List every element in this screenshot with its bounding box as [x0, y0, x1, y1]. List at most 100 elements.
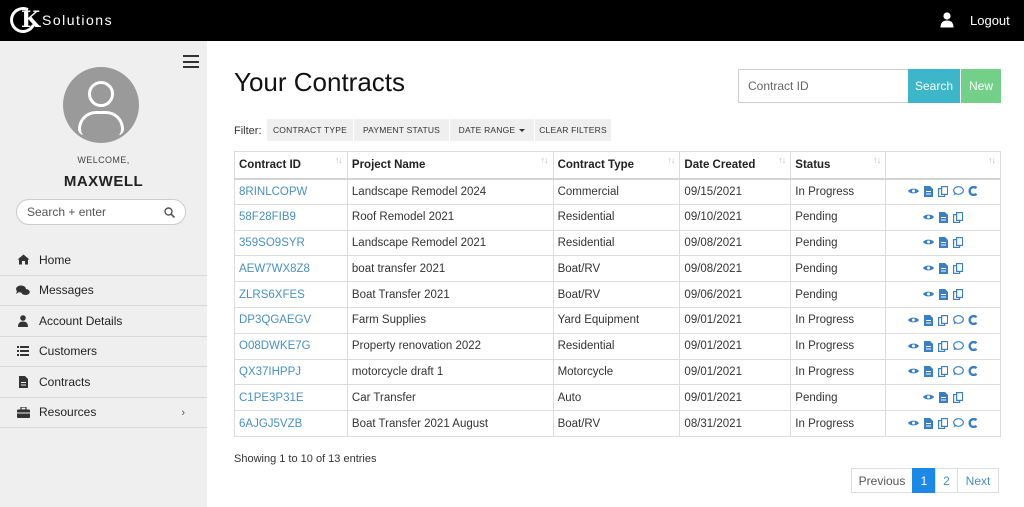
- ck-solutions-logo[interactable]: K Solutions: [6, 3, 113, 37]
- search-icon[interactable]: [164, 207, 175, 218]
- top-bar: K Solutions Logout: [0, 0, 1024, 41]
- sidebar-item-contracts[interactable]: Contracts: [0, 367, 207, 398]
- status-cell: In Progress: [790, 358, 887, 386]
- sidebar-item-home[interactable]: Home: [0, 245, 207, 276]
- document-icon[interactable]: [938, 263, 949, 275]
- contract-type-cell: Commercial: [552, 178, 681, 205]
- table-row: QX37IHPPJ motorcycle draft 1 Motorcycle 09/…: [234, 358, 1001, 386]
- contract-type-cell: Residential: [552, 332, 681, 360]
- eye-icon[interactable]: [922, 263, 934, 274]
- document-icon[interactable]: [938, 392, 949, 404]
- contract-id-input[interactable]: [739, 70, 909, 102]
- table-header-row: Contract ID ↑↓ Project Name ↑↓ Contract Ty…: [234, 151, 1001, 180]
- copy-icon[interactable]: [938, 418, 949, 430]
- sidebar-item-resources[interactable]: Resources ›: [0, 398, 207, 428]
- copy-icon[interactable]: [953, 289, 964, 301]
- contract-id-link[interactable]: 359SO9SYR: [234, 229, 348, 257]
- column-header-actions[interactable]: ↑↓: [885, 151, 1001, 180]
- row-actions: [885, 410, 1001, 437]
- comment-icon[interactable]: [952, 186, 964, 197]
- status-cell: Pending: [790, 255, 887, 283]
- sidebar-search-input[interactable]: [27, 204, 157, 220]
- eye-icon[interactable]: [907, 186, 919, 197]
- column-header-date-created[interactable]: Date Created ↑↓: [679, 151, 792, 180]
- sidebar-item-customers[interactable]: Customers: [0, 337, 207, 367]
- column-header-status[interactable]: Status ↑↓: [790, 151, 887, 180]
- home-icon: [16, 254, 30, 266]
- comment-icon[interactable]: [952, 418, 964, 429]
- contract-id-link[interactable]: AEW7WX8Z8: [234, 255, 348, 283]
- welcome-text: WELCOME,: [77, 155, 130, 165]
- contract-id-link[interactable]: 58F28FIB9: [234, 203, 348, 231]
- previous-page-button[interactable]: Previous: [851, 468, 913, 493]
- eye-icon[interactable]: [907, 341, 919, 352]
- copy-icon[interactable]: [938, 314, 949, 326]
- comment-icon[interactable]: [952, 366, 964, 377]
- contract-id-link[interactable]: ZLRS6XFES: [234, 281, 348, 308]
- eye-icon[interactable]: [907, 315, 919, 326]
- eye-icon[interactable]: [907, 418, 919, 429]
- comment-icon[interactable]: [952, 314, 964, 326]
- refresh-icon[interactable]: [968, 185, 979, 197]
- column-header-contract-type[interactable]: Contract Type ↑↓: [552, 151, 681, 180]
- status-cell: Pending: [790, 384, 887, 412]
- page-1-button[interactable]: 1: [912, 468, 936, 493]
- copy-icon[interactable]: [953, 263, 964, 275]
- status-cell: Pending: [790, 229, 887, 257]
- search-button[interactable]: Search: [908, 69, 960, 103]
- contract-id-link[interactable]: C1PE3P31E: [234, 384, 348, 412]
- contract-type-cell: Residential: [552, 203, 681, 231]
- table-row: DP3QGAEGV Farm Supplies Yard Equipment 09/0…: [234, 306, 1001, 334]
- chevron-right-icon: ›: [181, 406, 185, 419]
- refresh-icon[interactable]: [968, 314, 979, 326]
- document-icon[interactable]: [938, 289, 949, 301]
- contract-id-link[interactable]: 8RINLCOPW: [234, 178, 348, 205]
- table-row: 58F28FIB9 Roof Remodel 2021 Residential 09/…: [234, 203, 1001, 231]
- copy-icon[interactable]: [938, 340, 949, 352]
- sidebar-item-messages[interactable]: Messages: [0, 276, 207, 306]
- logout-link[interactable]: Logout: [970, 13, 1010, 28]
- copy-icon[interactable]: [938, 186, 949, 198]
- contract-id-link[interactable]: QX37IHPPJ: [234, 358, 348, 386]
- refresh-icon[interactable]: [968, 366, 979, 377]
- eye-icon[interactable]: [922, 212, 934, 223]
- document-icon[interactable]: [923, 366, 934, 378]
- filter-payment-status-button[interactable]: PAYMENT STATUS: [354, 119, 449, 141]
- comment-icon[interactable]: [952, 340, 964, 352]
- user-icon[interactable]: [940, 12, 954, 28]
- contract-id-link[interactable]: O08DWKE7G: [234, 332, 348, 360]
- column-header-contract-id[interactable]: Contract ID ↑↓: [234, 151, 348, 180]
- refresh-icon[interactable]: [968, 340, 979, 352]
- contract-id-link[interactable]: 6AJGJ5VZB: [234, 410, 348, 437]
- eye-icon[interactable]: [922, 237, 934, 248]
- document-icon[interactable]: [938, 211, 949, 223]
- contract-id-link[interactable]: DP3QGAEGV: [234, 306, 348, 334]
- hamburger-menu-icon[interactable]: [183, 55, 199, 68]
- filter-date-range-dropdown[interactable]: DATE RANGE: [450, 119, 534, 141]
- document-icon[interactable]: [923, 418, 934, 430]
- date-created-cell: 09/01/2021: [679, 358, 792, 386]
- document-icon[interactable]: [923, 340, 934, 352]
- next-page-button[interactable]: Next: [957, 468, 999, 493]
- copy-icon[interactable]: [953, 211, 964, 223]
- project-name-cell: Landscape Remodel 2021: [346, 229, 554, 257]
- date-created-cell: 09/08/2021: [679, 255, 792, 283]
- eye-icon[interactable]: [922, 289, 934, 300]
- copy-icon[interactable]: [938, 366, 949, 378]
- column-header-project-name[interactable]: Project Name ↑↓: [346, 151, 554, 180]
- refresh-icon[interactable]: [968, 417, 979, 429]
- copy-icon[interactable]: [953, 392, 964, 404]
- clear-filters-button[interactable]: CLEAR FILTERS: [535, 119, 611, 141]
- sidebar-item-account-details[interactable]: Account Details: [0, 306, 207, 337]
- document-icon[interactable]: [923, 314, 934, 326]
- page-2-button[interactable]: 2: [935, 468, 958, 493]
- document-icon[interactable]: [923, 186, 934, 198]
- username: MAXWELL: [63, 173, 144, 190]
- eye-icon[interactable]: [907, 366, 919, 377]
- new-contract-button[interactable]: New: [961, 69, 1001, 103]
- document-icon[interactable]: [938, 237, 949, 249]
- status-cell: In Progress: [790, 410, 887, 437]
- eye-icon[interactable]: [922, 392, 934, 403]
- filter-contract-type-button[interactable]: CONTRACT TYPE: [267, 119, 353, 141]
- copy-icon[interactable]: [953, 237, 964, 249]
